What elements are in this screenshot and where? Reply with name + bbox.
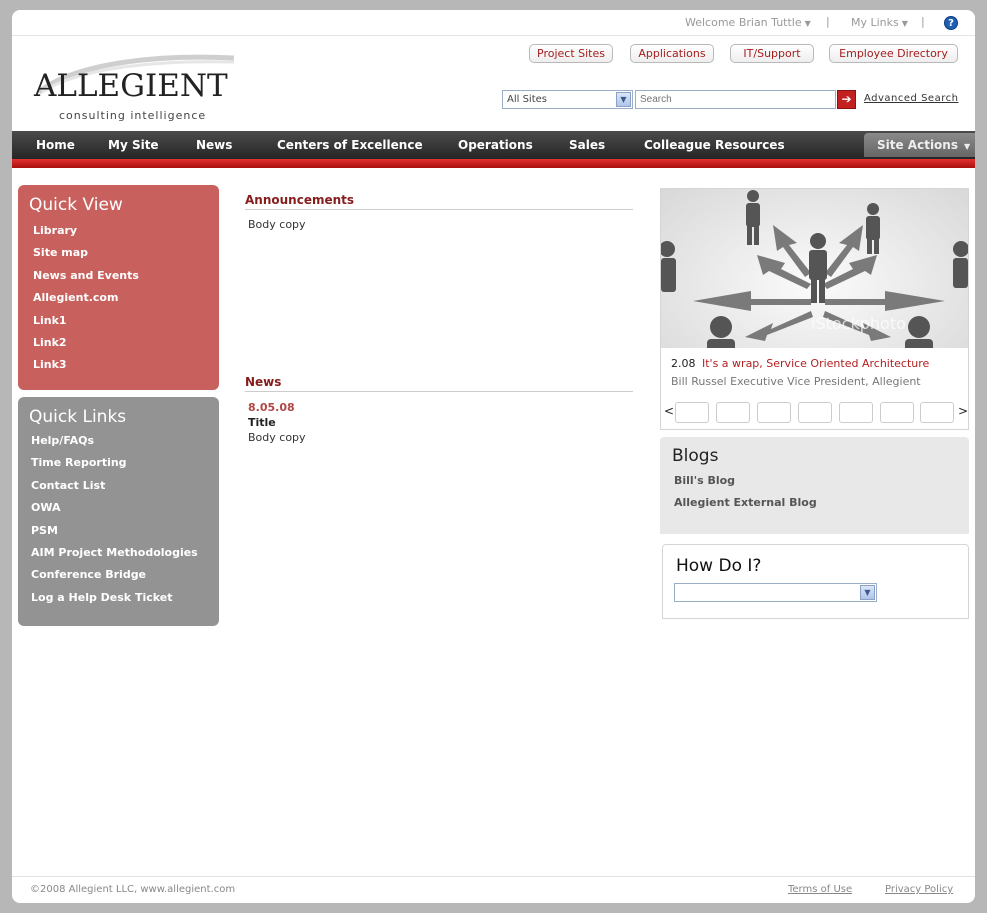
- quick-links-link[interactable]: OWA: [31, 501, 61, 514]
- blogs-panel: Blogs Bill's Blog Allegient External Blo…: [660, 437, 969, 534]
- utility-bar: Welcome Brian Tuttle ▼ | My Links ▼ | ?: [12, 10, 975, 36]
- arrow-right-icon: ➔: [841, 92, 852, 106]
- news-body: Body copy: [248, 431, 306, 444]
- quick-view-title: Quick View: [29, 195, 123, 215]
- search-scope-value: All Sites: [507, 94, 547, 105]
- how-do-i-panel: How Do I? ▼: [662, 544, 969, 619]
- quick-view-link[interactable]: Site map: [33, 246, 88, 259]
- nav-home[interactable]: Home: [36, 138, 75, 152]
- quick-links-panel: Quick Links Help/FAQs Time Reporting Con…: [18, 397, 219, 626]
- logo-name: ALLEGIENT: [34, 68, 228, 104]
- logo-tagline: consulting intelligence: [59, 109, 207, 122]
- quick-links-link[interactable]: PSM: [31, 524, 58, 537]
- feature-rotator: iStockphoto 2.08 It's a wrap, Service Or…: [660, 188, 969, 430]
- nav-my-site[interactable]: My Site: [108, 138, 159, 152]
- site-actions-label: Site Actions: [877, 138, 958, 152]
- nav-news[interactable]: News: [196, 138, 232, 152]
- feature-thumb[interactable]: [880, 402, 914, 423]
- feature-thumb[interactable]: [675, 402, 709, 423]
- nav-accent-stripe: [12, 159, 975, 168]
- quick-links-link[interactable]: Contact List: [31, 479, 105, 492]
- search-scope-select[interactable]: All Sites ▼: [502, 90, 633, 109]
- employee-directory-button[interactable]: Employee Directory: [829, 44, 958, 63]
- quick-links-link[interactable]: Time Reporting: [31, 456, 127, 469]
- feature-thumb[interactable]: [798, 402, 832, 423]
- next-arrow-icon[interactable]: >: [958, 404, 968, 418]
- welcome-menu[interactable]: Welcome Brian Tuttle ▼: [685, 16, 811, 29]
- nav-operations[interactable]: Operations: [458, 138, 533, 152]
- nav-centers-of-excellence[interactable]: Centers of Excellence: [277, 138, 423, 152]
- advanced-search-link[interactable]: Advanced Search: [864, 93, 958, 104]
- chevron-down-icon[interactable]: ▼: [860, 585, 875, 600]
- announcements-heading: Announcements: [245, 193, 633, 210]
- site-header: ALLEGIENT consulting intelligence Projec…: [12, 36, 975, 131]
- quick-links-link[interactable]: Conference Bridge: [31, 568, 146, 581]
- quick-view-link[interactable]: Allegient.com: [33, 291, 118, 304]
- announcements-body: Body copy: [248, 218, 306, 231]
- quick-view-link[interactable]: Link2: [33, 336, 67, 349]
- site-actions-menu[interactable]: Site Actions ▼: [864, 133, 975, 157]
- quick-view-link[interactable]: Link1: [33, 314, 67, 327]
- chevron-down-icon: ▼: [804, 19, 811, 28]
- my-links-menu[interactable]: My Links ▼: [851, 16, 908, 29]
- copyright: ©2008 Allegient LLC, www.allegient.com: [30, 884, 236, 895]
- news-item-title[interactable]: Title: [248, 416, 276, 429]
- blog-link[interactable]: Bill's Blog: [674, 474, 735, 487]
- quick-links-link[interactable]: Log a Help Desk Ticket: [31, 591, 172, 604]
- blog-link[interactable]: Allegient External Blog: [674, 496, 817, 509]
- news-heading: News: [245, 375, 633, 392]
- feature-date: 2.08: [671, 357, 696, 370]
- quick-view-panel: Quick View Library Site map News and Eve…: [18, 185, 219, 390]
- it-support-button[interactable]: IT/Support: [730, 44, 814, 63]
- chevron-down-icon: ▼: [901, 19, 908, 28]
- quick-view-link[interactable]: News and Events: [33, 269, 139, 282]
- feature-thumb[interactable]: [757, 402, 791, 423]
- feature-thumb[interactable]: [839, 402, 873, 423]
- feature-watermark: iStockphoto: [811, 314, 906, 333]
- how-do-i-title: How Do I?: [676, 556, 762, 576]
- page-frame: Welcome Brian Tuttle ▼ | My Links ▼ | ? AL…: [12, 10, 975, 903]
- search-input[interactable]: [635, 90, 836, 109]
- feature-caption: 2.08 It's a wrap, Service Oriented Archi…: [671, 357, 929, 370]
- quick-links-link[interactable]: AIM Project Methodologies: [31, 546, 198, 559]
- prev-arrow-icon[interactable]: <: [664, 404, 674, 418]
- feature-link[interactable]: It's a wrap, Service Oriented Architectu…: [702, 357, 929, 370]
- main-nav: Home My Site News Centers of Excellence …: [12, 131, 975, 159]
- nav-sales[interactable]: Sales: [569, 138, 605, 152]
- blogs-title: Blogs: [672, 446, 719, 466]
- feature-thumb[interactable]: [716, 402, 750, 423]
- feature-image[interactable]: iStockphoto: [661, 189, 968, 348]
- nav-colleague-resources[interactable]: Colleague Resources: [644, 138, 785, 152]
- quick-links-link[interactable]: Help/FAQs: [31, 434, 94, 447]
- news-date: 8.05.08: [248, 401, 295, 414]
- privacy-policy-link[interactable]: Privacy Policy: [885, 884, 953, 895]
- feature-thumb[interactable]: [920, 402, 954, 423]
- divider: |: [826, 15, 830, 28]
- help-icon[interactable]: ?: [944, 16, 958, 30]
- search-go-button[interactable]: ➔: [837, 90, 856, 109]
- divider: |: [921, 15, 925, 28]
- project-sites-button[interactable]: Project Sites: [529, 44, 613, 63]
- footer: ©2008 Allegient LLC, www.allegient.com T…: [12, 876, 975, 903]
- my-links-label: My Links: [851, 16, 899, 29]
- people-network-illustration: iStockphoto: [661, 190, 968, 348]
- terms-of-use-link[interactable]: Terms of Use: [788, 884, 852, 895]
- logo[interactable]: ALLEGIENT consulting intelligence: [34, 54, 234, 134]
- chevron-down-icon[interactable]: ▼: [616, 92, 631, 107]
- applications-button[interactable]: Applications: [630, 44, 714, 63]
- welcome-label: Welcome Brian Tuttle: [685, 16, 802, 29]
- quick-links-title: Quick Links: [29, 407, 127, 427]
- quick-view-link[interactable]: Library: [33, 224, 77, 237]
- feature-byline: Bill Russel Executive Vice President, Al…: [671, 375, 921, 388]
- chevron-down-icon: ▼: [964, 142, 971, 151]
- quick-view-link[interactable]: Link3: [33, 358, 67, 371]
- how-do-i-select[interactable]: ▼: [674, 583, 877, 602]
